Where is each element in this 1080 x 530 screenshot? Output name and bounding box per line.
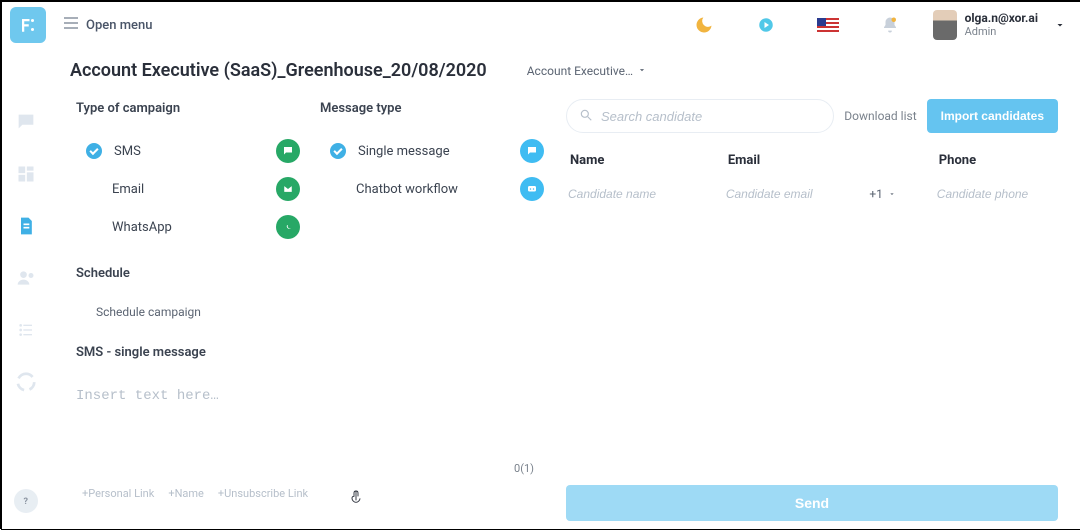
message-type-title: Message type bbox=[320, 101, 544, 116]
message-type-single[interactable]: Single message bbox=[320, 132, 544, 170]
campaign-type-email[interactable]: Email bbox=[76, 170, 300, 208]
chevron-down-icon bbox=[888, 190, 896, 198]
main: Account Executive (SaaS)_Greenhouse_20/0… bbox=[52, 48, 1066, 529]
sidebar-item-campaigns[interactable] bbox=[14, 214, 38, 238]
candidate-name-input[interactable] bbox=[566, 181, 714, 207]
user-name: olga.n@xor.ai bbox=[965, 12, 1038, 25]
user-menu[interactable]: olga.n@xor.ai Admin bbox=[933, 10, 1066, 40]
chevron-down-icon bbox=[1054, 16, 1066, 35]
sidebar-item-candidates[interactable] bbox=[14, 266, 38, 290]
col-name: Name bbox=[566, 147, 714, 174]
candidates-table: Name Email Phone +1 bbox=[566, 147, 1058, 214]
schedule-section: Schedule Schedule campaign bbox=[76, 266, 296, 327]
topbar: Open menu olga.n@xor.ai Admin bbox=[2, 2, 1080, 48]
sidebar-item-lifecycle[interactable] bbox=[14, 370, 38, 394]
status-dot-icon[interactable] bbox=[751, 10, 781, 40]
theme-toggle-icon[interactable] bbox=[689, 10, 719, 40]
help-icon[interactable]: ? bbox=[14, 489, 38, 513]
merge-tag-unsubscribe[interactable]: +Unsubscribe Link bbox=[218, 487, 308, 500]
sidebar bbox=[0, 46, 52, 529]
schedule-campaign-button[interactable]: Schedule campaign bbox=[76, 297, 296, 327]
campaign-type-label: WhatsApp bbox=[112, 220, 172, 235]
merge-tag-name[interactable]: +Name bbox=[168, 487, 204, 500]
download-list-link[interactable]: Download list bbox=[844, 109, 916, 123]
country-code-value: +1 bbox=[869, 187, 883, 201]
candidates-panel: Download list Import candidates Name Ema… bbox=[558, 93, 1066, 529]
page-title: Account Executive (SaaS)_Greenhouse_20/0… bbox=[70, 60, 487, 81]
page-header: Account Executive (SaaS)_Greenhouse_20/0… bbox=[52, 48, 1066, 93]
composer-title: SMS - single message bbox=[76, 345, 544, 360]
app-logo[interactable] bbox=[10, 7, 46, 43]
char-counter: 0(1) bbox=[76, 462, 544, 475]
chatbot-icon bbox=[520, 177, 544, 201]
sidebar-item-list[interactable] bbox=[14, 318, 38, 342]
sidebar-item-chat[interactable] bbox=[14, 110, 38, 134]
campaign-type-label: Email bbox=[112, 182, 144, 197]
candidate-phone-input[interactable] bbox=[935, 181, 1058, 207]
table-row: +1 bbox=[566, 174, 1058, 214]
campaign-type-section: Type of campaign SMS Email WhatsApp bbox=[76, 101, 300, 246]
composer-section: SMS - single message 0(1) +Personal Link… bbox=[76, 345, 544, 500]
candidate-search-input[interactable] bbox=[601, 109, 821, 124]
col-phone: Phone bbox=[935, 147, 1058, 174]
candidate-email-input[interactable] bbox=[724, 181, 860, 207]
open-menu-button[interactable]: Open menu bbox=[64, 17, 152, 33]
campaign-selector-label: Account Executive… bbox=[527, 64, 633, 78]
send-button[interactable]: Send bbox=[566, 485, 1058, 521]
radio-selected-icon bbox=[86, 143, 102, 159]
campaign-selector[interactable]: Account Executive… bbox=[527, 64, 647, 78]
whatsapp-icon bbox=[276, 215, 300, 239]
campaign-type-whatsapp[interactable]: WhatsApp bbox=[76, 208, 300, 246]
col-email: Email bbox=[724, 147, 860, 174]
sms-icon bbox=[276, 139, 300, 163]
campaign-type-title: Type of campaign bbox=[76, 101, 300, 116]
open-menu-label: Open menu bbox=[86, 18, 152, 33]
single-message-icon bbox=[520, 139, 544, 163]
message-type-chatbot[interactable]: Chatbot workflow bbox=[320, 170, 544, 208]
svg-text:?: ? bbox=[24, 497, 29, 507]
hamburger-icon bbox=[64, 17, 78, 33]
campaign-type-label: SMS bbox=[114, 144, 141, 159]
message-type-label: Chatbot workflow bbox=[356, 182, 458, 197]
locale-flag-icon[interactable] bbox=[813, 10, 843, 40]
candidates-table-header: Name Email Phone bbox=[566, 147, 1058, 174]
campaign-builder: Type of campaign SMS Email WhatsApp bbox=[52, 93, 558, 529]
campaign-type-sms[interactable]: SMS bbox=[76, 132, 300, 170]
sidebar-item-dashboard[interactable] bbox=[14, 162, 38, 186]
notifications-icon[interactable] bbox=[875, 10, 905, 40]
chevron-down-icon bbox=[637, 64, 647, 78]
country-code-select[interactable]: +1 bbox=[869, 187, 924, 201]
search-icon bbox=[579, 107, 593, 126]
merge-tag-personal-link[interactable]: +Personal Link bbox=[82, 487, 154, 500]
user-meta: olga.n@xor.ai Admin bbox=[965, 12, 1038, 37]
merge-tag-row: +Personal Link +Name +Unsubscribe Link bbox=[76, 487, 544, 500]
message-input[interactable] bbox=[76, 388, 544, 458]
user-role: Admin bbox=[965, 26, 1038, 38]
candidate-search[interactable] bbox=[566, 99, 834, 133]
avatar bbox=[933, 10, 957, 40]
message-type-section: Message type Single message Chatbot work… bbox=[320, 101, 544, 246]
message-type-label: Single message bbox=[358, 144, 450, 159]
radio-selected-icon bbox=[330, 143, 346, 159]
import-candidates-button[interactable]: Import candidates bbox=[927, 99, 1058, 133]
schedule-title: Schedule bbox=[76, 266, 296, 281]
email-icon bbox=[276, 177, 300, 201]
